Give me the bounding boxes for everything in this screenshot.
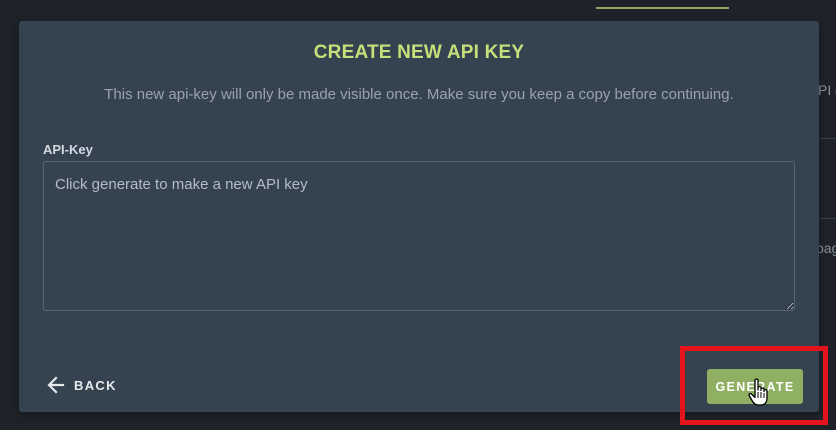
background-text-1: PI c	[818, 82, 836, 98]
back-button-label: BACK	[74, 377, 117, 393]
back-button[interactable]: BACK	[46, 375, 117, 395]
create-api-key-dialog: CREATE NEW API KEY This new api-key will…	[19, 21, 819, 412]
background-tab-indicator	[596, 7, 729, 9]
api-key-label: API-Key	[43, 142, 93, 157]
dialog-title: CREATE NEW API KEY	[313, 42, 525, 63]
generate-button-label: GENERATE	[715, 379, 795, 394]
arrow-left-icon	[46, 375, 66, 395]
background-text-2: pag	[816, 240, 836, 256]
api-key-textarea[interactable]	[43, 161, 795, 311]
background-divider-2	[820, 218, 836, 219]
dialog-description: This new api-key will only be made visib…	[104, 86, 734, 103]
generate-button[interactable]: GENERATE	[707, 369, 803, 404]
background-divider-1	[820, 138, 836, 139]
